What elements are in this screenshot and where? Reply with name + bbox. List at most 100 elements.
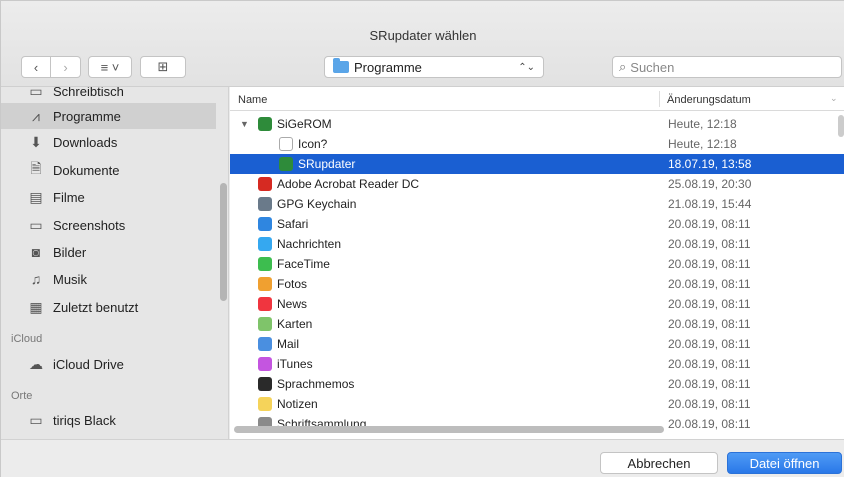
sidebar-item-musik[interactable]: ♫ Musik — [1, 266, 216, 292]
disclosure-triangle-icon[interactable]: ▼ — [240, 119, 249, 129]
file-date: 20.08.19, 08:11 — [668, 277, 751, 291]
file-name: GPG Keychain — [258, 197, 356, 211]
file-icon — [258, 237, 272, 251]
file-date: 20.08.19, 08:11 — [668, 217, 751, 231]
file-name: Safari — [258, 217, 308, 231]
file-name-label: SRupdater — [298, 157, 356, 171]
file-date: 25.08.19, 20:30 — [668, 177, 752, 191]
table-row[interactable]: Adobe Acrobat Reader DC 25.08.19, 20:30 — [230, 174, 844, 194]
nav-buttons: ‹ › — [21, 56, 81, 78]
chevron-left-icon: ‹ — [33, 59, 39, 75]
file-name: News — [258, 297, 307, 311]
sidebar-scrollbar[interactable] — [220, 183, 227, 301]
table-row[interactable]: Sprachmemos 20.08.19, 08:11 — [230, 374, 844, 394]
desktop-icon: ▭ — [29, 87, 43, 99]
location-popup[interactable]: Programme ⌃⌄ — [324, 56, 544, 78]
sidebar-item-schreibtisch[interactable]: ▭ Schreibtisch — [1, 87, 216, 104]
file-date: 20.08.19, 08:11 — [668, 377, 751, 391]
file-name-label: Safari — [277, 217, 309, 231]
table-row[interactable]: Fotos 20.08.19, 08:11 — [230, 274, 844, 294]
toolbar: SRupdater wählen ‹ › ≡ ˅ ⊞ Programme ⌃⌄ … — [1, 1, 844, 87]
file-icon — [258, 337, 272, 351]
column-divider[interactable] — [659, 91, 660, 107]
computer-icon: ▭ — [29, 411, 43, 428]
table-row[interactable]: Karten 20.08.19, 08:11 — [230, 314, 844, 334]
table-row[interactable]: SRupdater 18.07.19, 13:58 — [230, 154, 844, 174]
table-row[interactable]: News 20.08.19, 08:11 — [230, 294, 844, 314]
file-date: 20.08.19, 08:11 — [668, 317, 751, 331]
table-row[interactable]: ▼ SiGeROM Heute, 12:18 — [230, 114, 844, 134]
open-file-button[interactable]: Datei öffnen — [727, 452, 842, 474]
view-options-button[interactable]: ≡ ˅ — [88, 56, 132, 78]
file-icon — [258, 217, 272, 231]
window-title: SRupdater wählen — [369, 28, 477, 43]
file-name-label: Karten — [277, 317, 313, 331]
file-date: 20.08.19, 08:11 — [668, 417, 751, 431]
file-name-label: Notizen — [277, 397, 318, 411]
search-icon: ⌕ — [619, 59, 627, 74]
file-icon — [258, 197, 272, 211]
column-header-name[interactable]: Name — [238, 94, 267, 106]
file-date: 20.08.19, 08:11 — [668, 357, 751, 371]
file-icon — [279, 157, 293, 171]
sidebar-item-icloud-drive[interactable]: ☁ iCloud Drive — [1, 351, 216, 377]
sidebar-item-bilder[interactable]: ◙ Bilder — [1, 239, 216, 265]
new-folder-button[interactable]: ⊞ — [140, 56, 186, 78]
sidebar-item-filme[interactable]: ▤ Filme — [1, 184, 216, 210]
sidebar-item-screenshots[interactable]: ▭ Screenshots — [1, 212, 216, 238]
file-date: 20.08.19, 08:11 — [668, 397, 751, 411]
file-icon — [258, 317, 272, 331]
file-icon — [258, 117, 272, 131]
file-icon — [258, 257, 272, 271]
table-row[interactable]: Mail 20.08.19, 08:11 — [230, 334, 844, 354]
table-row[interactable]: Safari 20.08.19, 08:11 — [230, 214, 844, 234]
search-input[interactable]: ⌕ Suchen — [612, 56, 842, 78]
list-header: Name Änderungsdatum ⌄ — [230, 87, 844, 111]
cancel-button[interactable]: Abbrechen — [600, 452, 718, 474]
file-name: Adobe Acrobat Reader DC — [258, 177, 419, 191]
camera-icon: ◙ — [31, 244, 41, 260]
table-row[interactable]: GPG Keychain 21.08.19, 15:44 — [230, 194, 844, 214]
list-horizontal-scrollbar[interactable] — [234, 426, 664, 433]
table-row[interactable]: iTunes 20.08.19, 08:11 — [230, 354, 844, 374]
file-name: FaceTime — [258, 257, 330, 271]
file-name-label: Sprachmemos — [277, 377, 355, 391]
sidebar-heading-orte: Orte — [11, 390, 33, 402]
file-name: Notizen — [258, 397, 318, 411]
file-icon — [279, 137, 293, 151]
file-name: Mail — [258, 337, 299, 351]
list-vertical-scrollbar[interactable] — [838, 115, 844, 137]
sidebar-item-programme[interactable]: ⩘ Programme — [1, 103, 216, 129]
file-date: Heute, 12:18 — [668, 117, 737, 131]
table-row[interactable]: Nachrichten 20.08.19, 08:11 — [230, 234, 844, 254]
file-name: Sprachmemos — [258, 377, 354, 391]
file-date: 20.08.19, 08:11 — [668, 297, 751, 311]
column-header-date[interactable]: Änderungsdatum — [667, 94, 751, 106]
forward-button[interactable]: › — [51, 56, 81, 78]
sidebar-item-dokumente[interactable]: 🗎 Dokumente — [1, 157, 216, 183]
sidebar: ▭ Schreibtisch ⩘ Programme ⬇ Downloads 🗎… — [1, 87, 229, 439]
chevron-right-icon: › — [63, 59, 68, 75]
folder-icon: ▭ — [29, 216, 43, 233]
file-date: 21.08.19, 15:44 — [668, 197, 752, 211]
file-name-label: GPG Keychain — [277, 197, 357, 211]
back-button[interactable]: ‹ — [21, 56, 51, 78]
file-name-label: Mail — [277, 337, 300, 351]
cloud-icon: ☁ — [29, 355, 43, 372]
location-label: Programme — [354, 59, 422, 75]
sidebar-item-zuletzt-benutzt[interactable]: ▦ Zuletzt benutzt — [1, 294, 216, 320]
table-row[interactable]: FaceTime 20.08.19, 08:11 — [230, 254, 844, 274]
sidebar-item-computer[interactable]: ▭ tiriqs Black — [1, 407, 216, 433]
table-row[interactable]: Icon? Heute, 12:18 — [230, 134, 844, 154]
sidebar-item-downloads[interactable]: ⬇ Downloads — [1, 129, 216, 155]
file-name-label: Nachrichten — [277, 237, 342, 251]
file-name: SiGeROM — [258, 117, 332, 131]
button-bar: Abbrechen Datei öffnen — [1, 439, 844, 477]
document-icon: 🗎 — [30, 160, 42, 176]
file-date: 20.08.19, 08:11 — [668, 337, 751, 351]
music-icon: ♫ — [30, 271, 42, 287]
file-name-label: iTunes — [277, 357, 313, 371]
table-row[interactable]: Notizen 20.08.19, 08:11 — [230, 394, 844, 414]
list-view-icon: ≡ ˅ — [100, 59, 120, 75]
file-date: 20.08.19, 08:11 — [668, 237, 751, 251]
